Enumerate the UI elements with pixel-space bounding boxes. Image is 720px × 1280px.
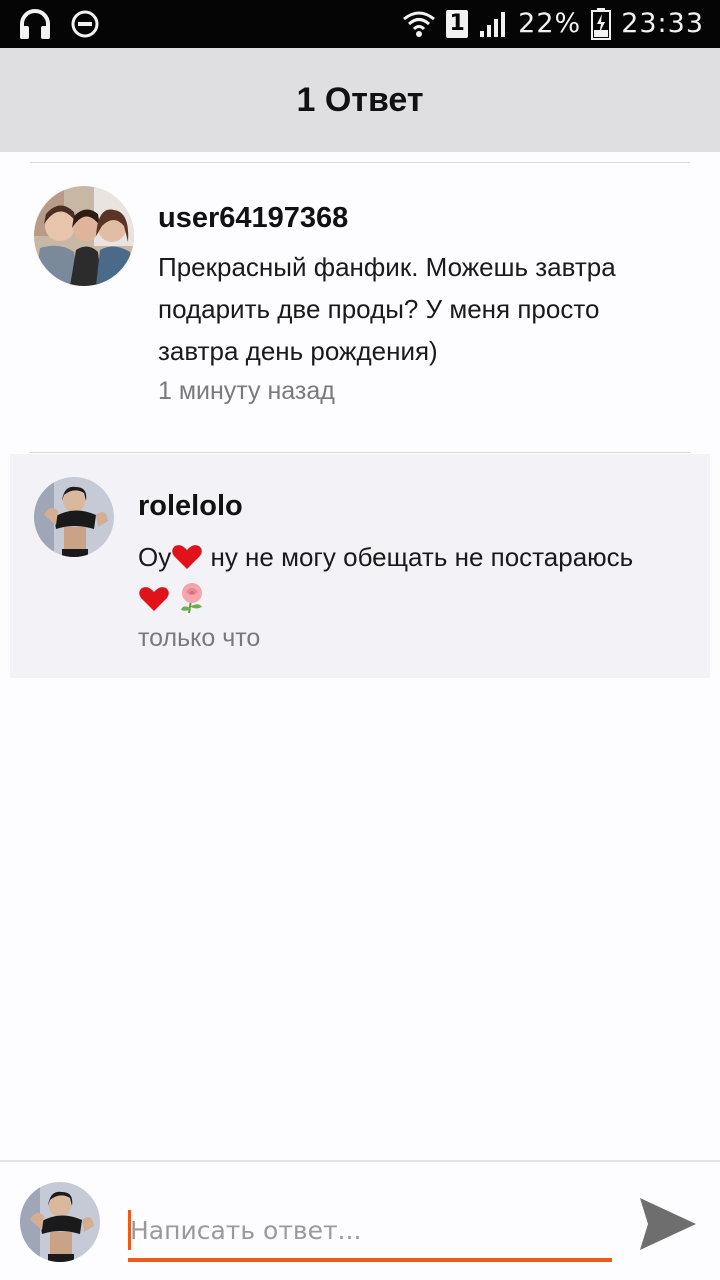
status-right: 1 22% 23:33 — [402, 6, 704, 42]
comment-username[interactable]: user64197368 — [158, 202, 348, 235]
rose-icon — [181, 583, 203, 614]
heart-icon — [172, 545, 203, 569]
battery-icon — [591, 8, 612, 40]
comment-text-line: Прекрасный фанфик. Можешь завтра — [158, 252, 616, 282]
send-icon[interactable] — [636, 1192, 700, 1256]
reply-text-line: Оу ну не могу обещать не постараюсь — [138, 536, 698, 578]
reply: rolelolo Оу ну не могу обещать не постар… — [10, 454, 710, 678]
avatar-photo — [34, 477, 114, 557]
avatar[interactable] — [20, 1182, 100, 1262]
clock: 23:33 — [621, 8, 704, 39]
avatar-photo — [34, 186, 134, 286]
reply-text-main: ну не могу обещать не постараюсь — [203, 542, 634, 572]
battery-percent: 22% — [518, 8, 582, 39]
heart-icon — [139, 587, 169, 611]
reply-emoji-line — [138, 578, 698, 620]
comment-timestamp: 1 минуту назад — [158, 377, 335, 405]
text-caret — [128, 1210, 131, 1250]
status-left — [18, 8, 100, 40]
header: 1 Ответ — [0, 48, 720, 152]
comment: user64197368 Прекрасный фанфик. Можешь з… — [0, 162, 720, 452]
divider-middle — [30, 452, 690, 453]
reply-input-container — [128, 1202, 612, 1262]
avatar[interactable] — [34, 186, 134, 286]
reply-timestamp: только что — [138, 624, 261, 652]
reply-composer — [0, 1160, 720, 1280]
headphones-icon — [20, 9, 50, 39]
do-not-disturb-icon — [71, 10, 99, 38]
avatar-photo — [20, 1182, 100, 1262]
reply-text-prefix: Оу — [138, 542, 172, 572]
reply-text: Оу ну не могу обещать не постараюсь — [138, 536, 698, 620]
page-title: 1 Ответ — [296, 80, 424, 119]
reply-input[interactable] — [128, 1202, 612, 1258]
status-bar: 1 22% 23:33 — [0, 0, 720, 48]
avatar[interactable] — [34, 477, 114, 557]
comment-text-line: подарить две проды? У меня просто — [158, 294, 600, 324]
reply-username[interactable]: rolelolo — [138, 490, 243, 523]
comment-text-line: завтра день рождения) — [158, 336, 438, 366]
sim-slot-badge: 1 — [446, 10, 469, 38]
signal-icon — [480, 12, 506, 37]
comment-text: Прекрасный фанфик. Можешь завтра подарит… — [158, 246, 698, 372]
wifi-icon — [403, 11, 436, 37]
